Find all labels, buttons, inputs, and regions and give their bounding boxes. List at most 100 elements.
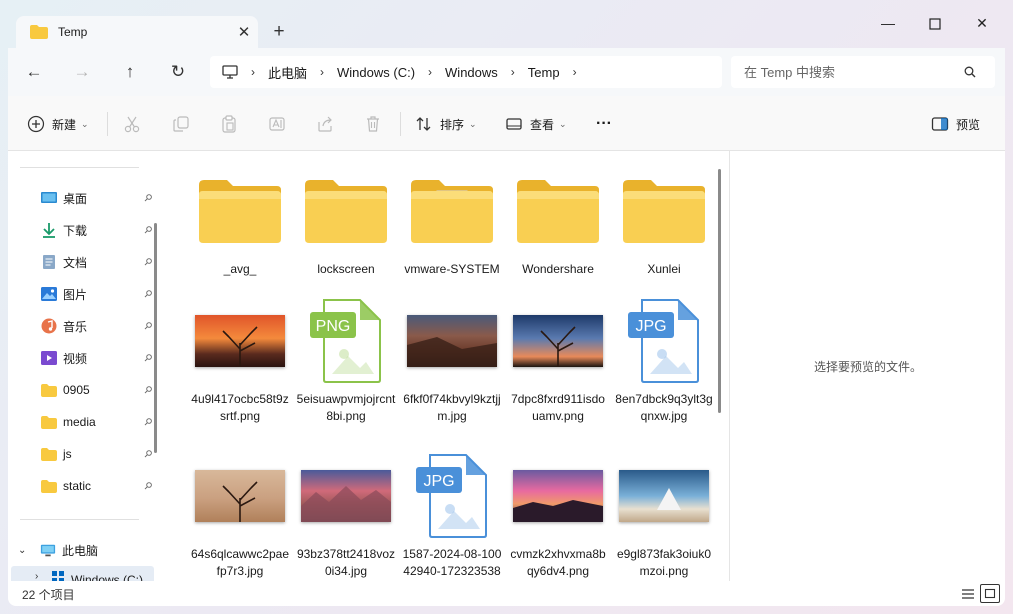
file-item[interactable]: 93bz378tt2418voz0i34.jpg xyxy=(296,456,396,578)
file-item[interactable]: 4u9l417ocbc58t9zsrtf.png xyxy=(190,301,290,423)
file-item[interactable]: 6fkf0f74kbvyl9kztjjm.jpg xyxy=(402,301,502,423)
pin-icon[interactable]: ⚲ xyxy=(141,448,154,461)
sidebar-item-0905[interactable]: 0905 ⚲ xyxy=(41,376,154,404)
file-item[interactable]: vmware-SYSTEM xyxy=(402,171,502,291)
paste-icon[interactable] xyxy=(218,113,240,135)
more-options-button[interactable]: ··· xyxy=(596,111,612,137)
pin-icon[interactable]: ⚲ xyxy=(141,352,154,365)
pin-icon[interactable]: ⚲ xyxy=(141,288,154,301)
chevron-right-icon[interactable]: › xyxy=(320,65,324,79)
chevron-right-icon[interactable]: › xyxy=(35,571,38,581)
breadcrumb-windows[interactable]: Windows xyxy=(445,65,498,80)
view-button[interactable]: 查看 ⌄ xyxy=(504,111,567,137)
folder-icon xyxy=(402,171,502,251)
sidebar-item-音乐[interactable]: 音乐 ⚲ xyxy=(41,312,154,340)
sidebar-item-label: 此电脑 xyxy=(62,543,99,558)
sidebar-item-label: 桌面 xyxy=(63,191,88,206)
file-item[interactable]: 64s6qlcawwc2paefp7r3.jpg xyxy=(190,456,290,578)
chevron-right-icon[interactable]: › xyxy=(511,65,515,79)
pin-icon[interactable]: ⚲ xyxy=(141,256,154,269)
preview-pane-button[interactable]: 预览 xyxy=(930,111,980,137)
chevron-right-icon[interactable]: › xyxy=(573,65,577,79)
preview-pane: 选择要预览的文件。 xyxy=(729,151,1005,581)
file-item[interactable]: e9gl873fak3oiuk0mzoi.png xyxy=(614,456,714,578)
sidebar-item-media[interactable]: media ⚲ xyxy=(41,408,154,436)
new-button[interactable]: 新建 ⌄ xyxy=(26,111,89,137)
file-list-scrollbar[interactable] xyxy=(718,169,721,413)
preview-pane-icon xyxy=(930,114,950,134)
title-bar: Temp ✕ + — ✕ xyxy=(8,8,1005,48)
sidebar-item-drive[interactable]: › Windows (C:) xyxy=(11,566,154,581)
image-thumbnail xyxy=(195,470,285,522)
cut-icon[interactable] xyxy=(121,113,143,135)
search-icon[interactable] xyxy=(964,66,976,78)
sidebar-item-图片[interactable]: 图片 ⚲ xyxy=(41,280,154,308)
sidebar-item-下载[interactable]: 下载 ⚲ xyxy=(41,216,154,244)
up-button[interactable]: ↑ xyxy=(114,58,146,86)
pin-icon[interactable]: ⚲ xyxy=(141,320,154,333)
delete-icon[interactable] xyxy=(362,113,384,135)
file-name: 93bz378tt2418voz0i34.jpg xyxy=(296,547,396,578)
file-item[interactable]: _avg_ xyxy=(190,171,290,291)
documents-icon xyxy=(41,254,57,270)
file-item[interactable]: cvmzk2xhvxma8bqy6dv4.png xyxy=(508,456,608,578)
close-window-button[interactable]: ✕ xyxy=(959,8,1005,40)
sidebar-divider xyxy=(20,519,139,520)
search-input[interactable] xyxy=(744,64,964,80)
pin-icon[interactable]: ⚲ xyxy=(141,416,154,429)
desktop-icon xyxy=(41,190,57,206)
file-item[interactable]: Wondershare xyxy=(508,171,608,291)
file-item[interactable]: Xunlei xyxy=(614,171,714,291)
image-thumbnail xyxy=(407,315,497,367)
sidebar-item-static[interactable]: static ⚲ xyxy=(41,472,154,500)
copy-icon[interactable] xyxy=(170,113,192,135)
large-icons-view-icon[interactable] xyxy=(980,584,1000,603)
sidebar-item-桌面[interactable]: 桌面 ⚲ xyxy=(41,184,154,212)
folder-icon xyxy=(41,478,57,494)
file-item[interactable]: PNG 5eisuawpvmjojrcnt8bi.png xyxy=(296,299,396,423)
chevron-down-icon[interactable]: ⌄ xyxy=(18,545,32,556)
minimize-button[interactable]: — xyxy=(865,8,911,40)
file-item[interactable]: 7dpc8fxrd911isdouamv.png xyxy=(508,301,608,423)
new-tab-button[interactable]: + xyxy=(266,20,292,44)
share-icon[interactable] xyxy=(314,113,336,135)
jpg-file-icon: JPG xyxy=(402,454,502,538)
image-thumbnail xyxy=(301,470,391,522)
file-item[interactable]: JPG 8en7dbck9q3ylt3gqnxw.jpg xyxy=(614,299,714,423)
file-name: Wondershare xyxy=(522,262,594,276)
address-bar[interactable]: › 此电脑 › Windows (C:) › Windows › Temp › xyxy=(210,56,722,88)
refresh-button[interactable]: ↻ xyxy=(162,58,194,86)
breadcrumb-this-pc[interactable]: 此电脑 xyxy=(268,63,307,82)
chevron-right-icon[interactable]: › xyxy=(428,65,432,79)
rename-icon[interactable] xyxy=(266,113,288,135)
navigation-pane: 桌面 ⚲ 下载 ⚲ 文档 ⚲ 图片 ⚲ 音乐 ⚲ 视频 ⚲ 0905 ⚲ media ⚲ js ⚲ static ⚲ … xyxy=(8,151,156,581)
sidebar-item-js[interactable]: js ⚲ xyxy=(41,440,154,468)
chevron-right-icon: › xyxy=(251,65,255,79)
tab-label: Temp xyxy=(58,25,88,39)
sidebar-item-视频[interactable]: 视频 ⚲ xyxy=(41,344,154,372)
file-item[interactable]: lockscreen xyxy=(296,171,396,291)
sort-button[interactable]: 排序 ⌄ xyxy=(414,111,477,137)
sidebar-scrollbar[interactable] xyxy=(154,223,157,453)
pin-icon[interactable]: ⚲ xyxy=(141,192,154,205)
pin-icon[interactable]: ⚲ xyxy=(141,224,154,237)
pin-icon[interactable]: ⚲ xyxy=(141,480,154,493)
search-box[interactable] xyxy=(731,56,995,88)
breadcrumb-temp[interactable]: Temp xyxy=(528,65,560,80)
pin-icon[interactable]: ⚲ xyxy=(141,384,154,397)
sidebar-item-文档[interactable]: 文档 ⚲ xyxy=(41,248,154,276)
back-button[interactable]: ← xyxy=(18,58,50,86)
details-view-icon[interactable] xyxy=(958,584,978,603)
file-item[interactable]: JPG 1587-2024-08-10042940-1723235380348.j… xyxy=(402,454,502,578)
file-name: vmware-SYSTEM xyxy=(404,262,500,276)
breadcrumb-drive[interactable]: Windows (C:) xyxy=(337,65,415,80)
file-name: 5eisuawpvmjojrcnt8bi.png xyxy=(296,392,396,423)
tab-temp[interactable]: Temp ✕ xyxy=(16,16,258,48)
drive-icon xyxy=(51,570,65,581)
sidebar-item-label: 图片 xyxy=(63,287,88,302)
maximize-button[interactable] xyxy=(912,8,958,40)
close-tab-icon[interactable]: ✕ xyxy=(230,23,258,41)
sidebar-item-label: 音乐 xyxy=(63,319,88,334)
sidebar-item-this-pc[interactable]: ⌄ 此电脑 xyxy=(18,536,156,564)
forward-button[interactable]: → xyxy=(66,58,98,86)
